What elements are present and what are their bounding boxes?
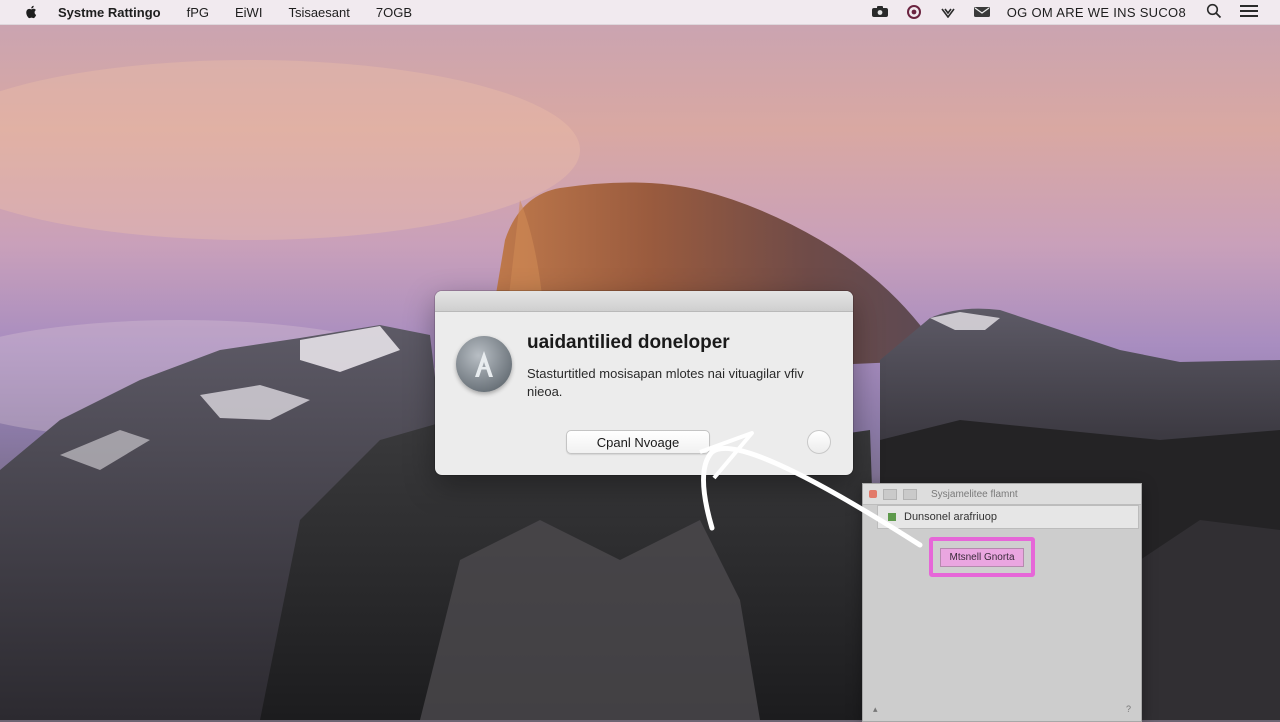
menubar-clock[interactable]: OG OM ARE WE INS SUCO8 xyxy=(1007,5,1186,20)
inset-toolbar: Sysjamelitee flamnt xyxy=(863,484,1141,505)
dialog-heading: uaidantilied doneloper xyxy=(527,332,730,353)
unidentified-developer-alert: uaidantilied doneloper Stasturtitled mos… xyxy=(435,291,853,475)
apple-menu-icon[interactable] xyxy=(22,5,40,19)
lock-icon[interactable]: ▴ xyxy=(873,704,878,715)
record-icon[interactable] xyxy=(905,5,923,19)
help-button[interactable] xyxy=(807,430,831,454)
dialog-message: Stasturtitled mosisapan mlotes nai vitua… xyxy=(527,366,804,399)
menu-item-3[interactable]: Tsisaesant xyxy=(288,5,349,20)
allow-apps-label: Dunsonel arafriuop xyxy=(904,511,997,523)
allow-apps-row[interactable]: Dunsonel arafriuop xyxy=(877,505,1139,529)
menu-item-1[interactable]: fPG xyxy=(187,5,209,20)
highlighted-open-anyway-button[interactable]: Mtsnell Gnorta xyxy=(929,537,1035,577)
inset-title: Sysjamelitee flamnt xyxy=(931,488,1018,500)
menu-item-4[interactable]: 7OGB xyxy=(376,5,412,20)
app-icon xyxy=(456,336,512,392)
dialog-titlebar[interactable] xyxy=(435,291,853,312)
wifi-icon[interactable] xyxy=(939,5,957,19)
security-preferences-inset: Sysjamelitee flamnt Dunsonel arafriuop M… xyxy=(862,483,1142,722)
notification-center-icon[interactable] xyxy=(1240,4,1258,21)
app-name-menu[interactable]: Systme Rattingo xyxy=(58,5,161,20)
menu-bar: Systme Rattingo fPG EiWI Tsisaesant 7OGB… xyxy=(0,0,1280,25)
grid-icon[interactable] xyxy=(903,488,917,500)
mail-icon[interactable] xyxy=(973,5,991,19)
inset-footer: ▴ ? xyxy=(873,704,1131,715)
spotlight-search-icon[interactable] xyxy=(1206,3,1222,22)
menu-item-2[interactable]: EiWI xyxy=(235,5,262,20)
help-icon[interactable]: ? xyxy=(1126,704,1131,715)
close-icon[interactable] xyxy=(869,490,877,498)
menubar-status-area: OG OM ARE WE INS SUCO8 xyxy=(871,0,1280,24)
open-anyway-button[interactable]: Cpanl Nvoage xyxy=(566,430,710,454)
back-icon[interactable] xyxy=(883,488,897,500)
highlighted-button-label: Mtsnell Gnorta xyxy=(940,547,1024,567)
checkbox-icon[interactable] xyxy=(888,513,896,521)
camera-icon[interactable] xyxy=(871,5,889,19)
